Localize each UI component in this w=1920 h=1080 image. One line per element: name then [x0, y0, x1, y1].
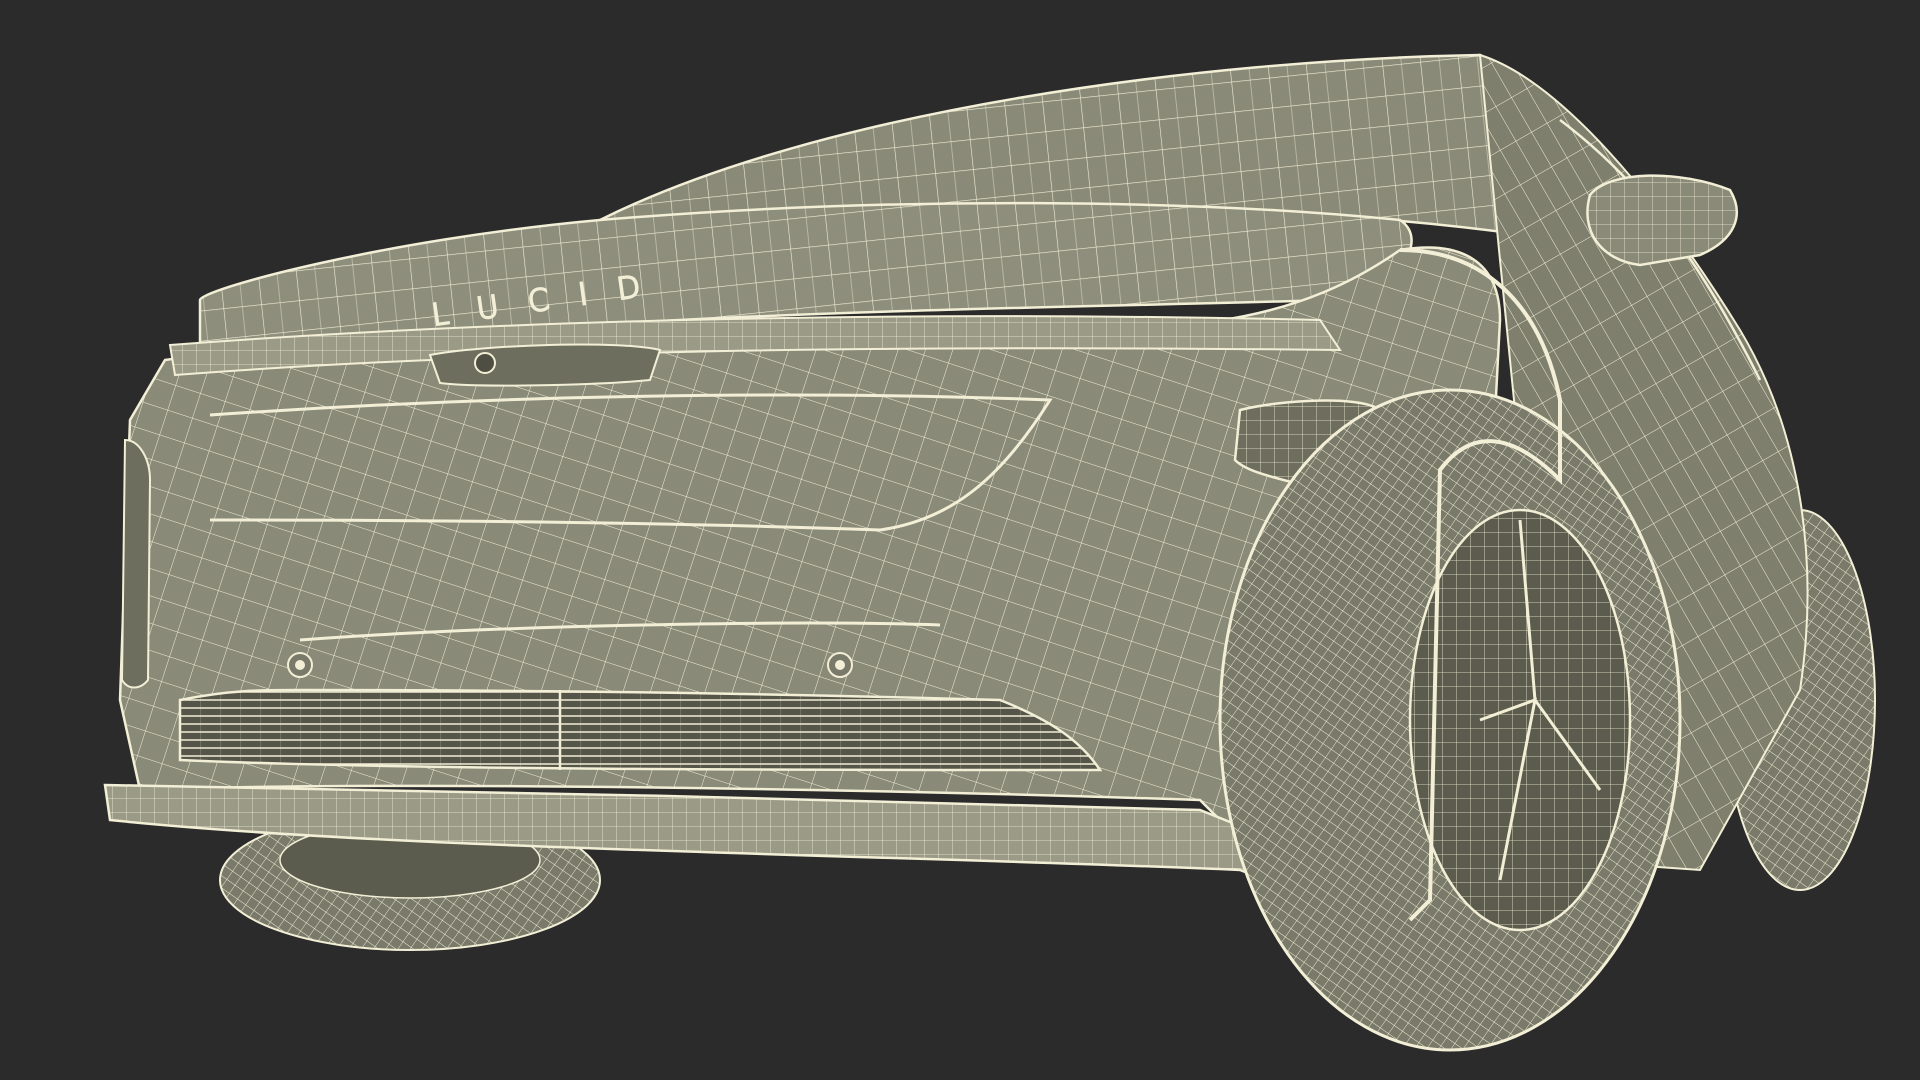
front-sensor [428, 343, 662, 387]
left-side-vent [120, 438, 152, 689]
right-fog-marker [827, 652, 853, 678]
front-right-wheel [1218, 388, 1682, 1052]
car-wireframe-render: LUCID // static illustrative render [103, 53, 1876, 1052]
left-fog-marker [287, 652, 313, 678]
side-mirror [1586, 174, 1738, 267]
render-viewport: LUCID [0, 0, 1920, 1080]
